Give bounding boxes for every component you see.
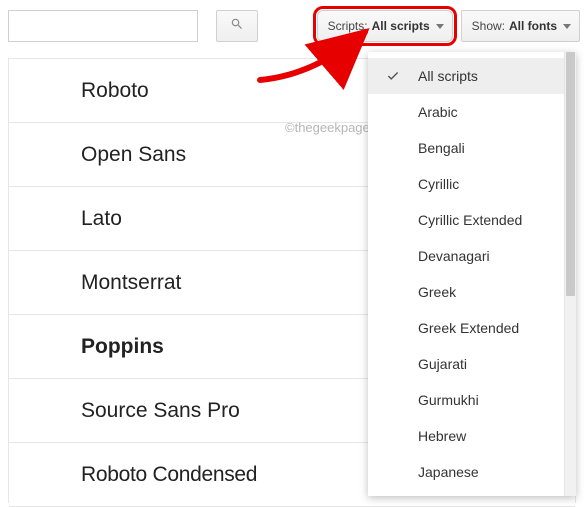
- scripts-dropdown-prefix: Scripts:: [328, 19, 368, 33]
- font-name: Montserrat: [81, 271, 181, 295]
- menu-item-label: Arabic: [418, 104, 458, 120]
- chevron-down-icon: [436, 24, 444, 29]
- scripts-dropdown[interactable]: Scripts: All scripts: [317, 10, 453, 42]
- font-name: Source Sans Pro: [81, 399, 240, 423]
- menu-item-arabic[interactable]: Arabic: [368, 94, 564, 130]
- menu-item-cyrillic-extended[interactable]: Cyrillic Extended: [368, 202, 564, 238]
- scripts-menu: All scripts Arabic Bengali Cyrillic Cyri…: [368, 52, 576, 496]
- menu-item-label: Bengali: [418, 140, 465, 156]
- font-name: Open Sans: [81, 143, 186, 167]
- menu-item-label: All scripts: [418, 68, 478, 84]
- scripts-menu-list: All scripts Arabic Bengali Cyrillic Cyri…: [368, 52, 564, 496]
- font-name: Poppins: [81, 335, 164, 359]
- search-button[interactable]: [216, 10, 258, 42]
- menu-item-japanese[interactable]: Japanese: [368, 454, 564, 490]
- toolbar: Scripts: All scripts Show: All fonts: [0, 0, 584, 50]
- menu-item-greek[interactable]: Greek: [368, 274, 564, 310]
- menu-item-gurmukhi[interactable]: Gurmukhi: [368, 382, 564, 418]
- menu-item-label: Gujarati: [418, 356, 467, 372]
- menu-item-label: Cyrillic Extended: [418, 212, 522, 228]
- menu-item-label: Japanese: [418, 464, 479, 480]
- menu-item-label: Gurmukhi: [418, 392, 479, 408]
- search-icon: [230, 17, 244, 36]
- menu-item-label: Greek Extended: [418, 320, 519, 336]
- scrollbar-thumb[interactable]: [566, 52, 575, 296]
- menu-item-all-scripts[interactable]: All scripts: [368, 58, 564, 94]
- search-input[interactable]: [8, 10, 198, 42]
- menu-item-label: Cyrillic: [418, 176, 459, 192]
- scrollbar[interactable]: [564, 52, 576, 496]
- menu-item-cyrillic[interactable]: Cyrillic: [368, 166, 564, 202]
- show-dropdown[interactable]: Show: All fonts: [461, 10, 580, 42]
- font-name: Roboto Condensed: [81, 463, 257, 487]
- menu-item-label: Hebrew: [418, 428, 466, 444]
- menu-item-bengali[interactable]: Bengali: [368, 130, 564, 166]
- menu-item-label: Greek: [418, 284, 456, 300]
- scripts-dropdown-value: All scripts: [372, 19, 430, 33]
- menu-item-hebrew[interactable]: Hebrew: [368, 418, 564, 454]
- menu-item-label: Devanagari: [418, 248, 490, 264]
- menu-item-gujarati[interactable]: Gujarati: [368, 346, 564, 382]
- show-dropdown-prefix: Show:: [472, 19, 505, 33]
- font-name: Lato: [81, 207, 122, 231]
- show-dropdown-value: All fonts: [509, 19, 557, 33]
- check-icon: [386, 69, 400, 83]
- menu-item-devanagari[interactable]: Devanagari: [368, 238, 564, 274]
- chevron-down-icon: [563, 24, 571, 29]
- font-name: Roboto: [81, 79, 149, 103]
- menu-item-greek-extended[interactable]: Greek Extended: [368, 310, 564, 346]
